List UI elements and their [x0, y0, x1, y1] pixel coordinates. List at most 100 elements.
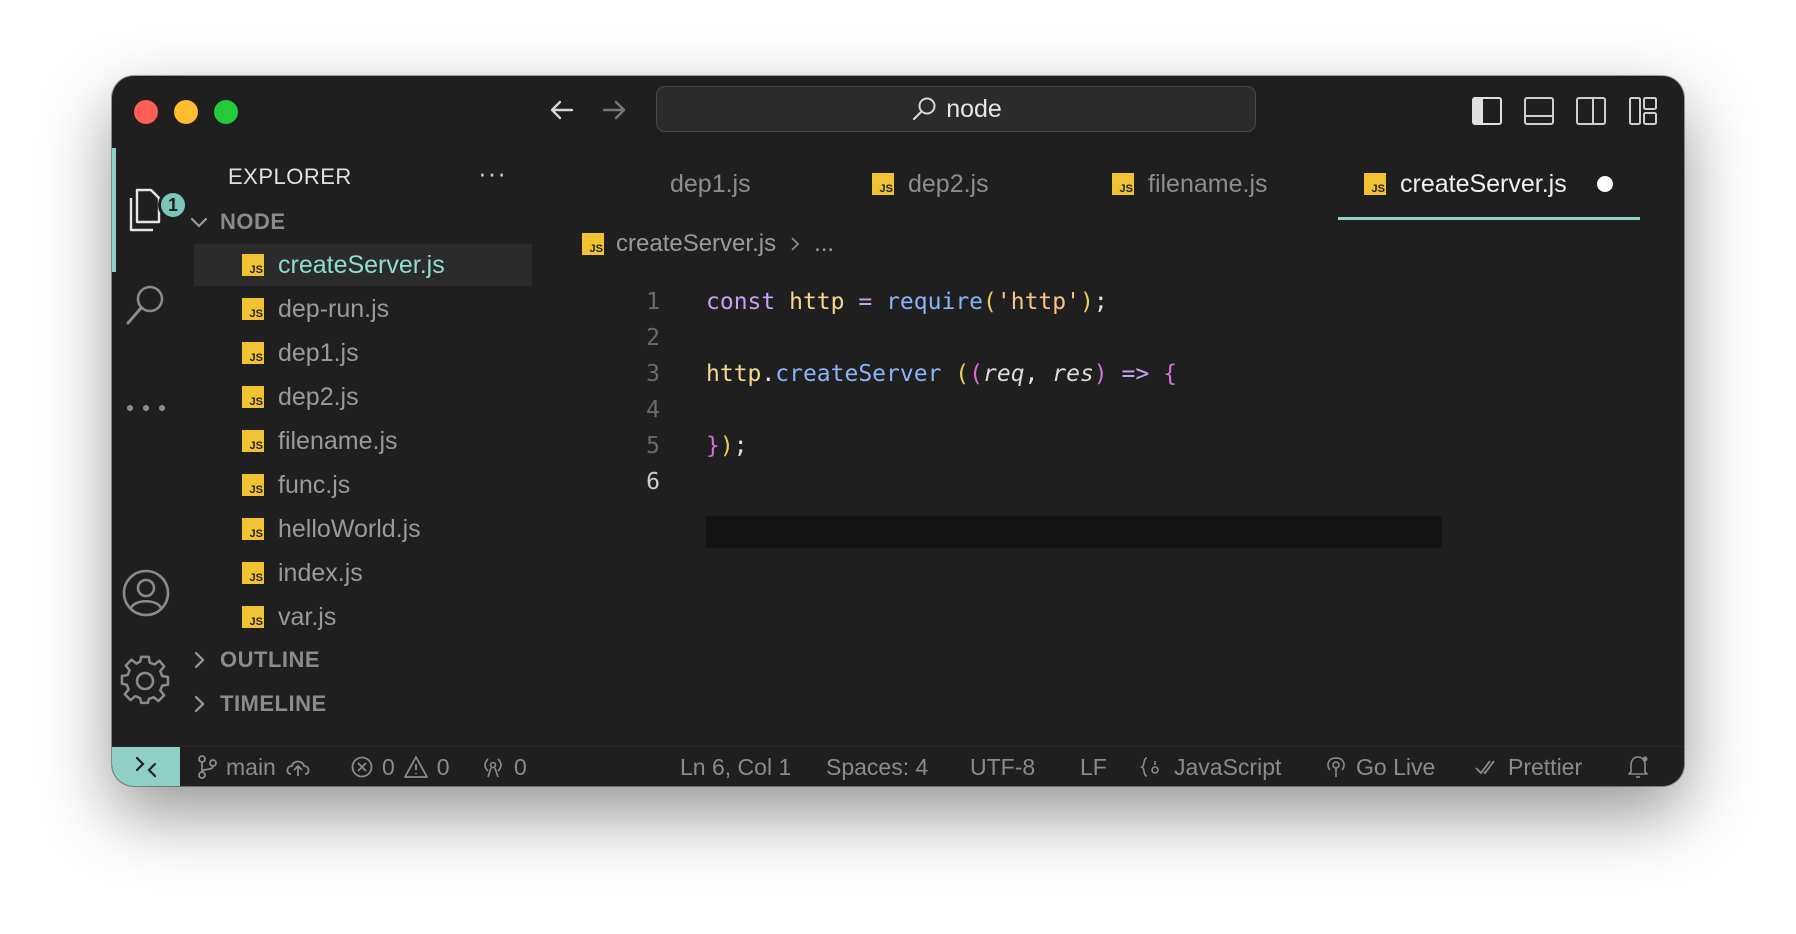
js-file-icon: [242, 518, 264, 540]
line-number: 4: [646, 397, 660, 423]
indentation-status[interactable]: Spaces: 4: [826, 747, 928, 786]
broadcast-icon: [484, 758, 502, 778]
js-file-icon: [242, 254, 264, 276]
warning-icon: [403, 756, 428, 778]
code-line: 2: [550, 320, 1450, 356]
code-line: 3 http.createServer ((req, res) => {: [550, 356, 1450, 392]
js-file-icon: [242, 298, 264, 320]
activity-more[interactable]: [112, 373, 180, 443]
js-file-icon: [242, 430, 264, 452]
cloud-upload-icon: [286, 760, 310, 776]
prettier-label: Prettier: [1508, 753, 1583, 780]
activity-explorer[interactable]: 1: [112, 148, 188, 272]
tab-filename[interactable]: filename.js: [1112, 148, 1268, 220]
js-file-icon: [242, 342, 264, 364]
cursor-position[interactable]: Ln 6, Col 1: [680, 747, 791, 786]
chevron-right-icon: [194, 695, 205, 713]
code-editor[interactable]: 1 const http = require('http'); 2 3 http…: [550, 262, 1684, 746]
tab-dep2[interactable]: dep2.js: [872, 148, 989, 220]
line-number: 6: [646, 469, 660, 495]
explorer-title: EXPLORER: [228, 164, 352, 189]
file-item-filename[interactable]: filename.js: [194, 420, 532, 462]
tab-label: createServer.js: [1400, 169, 1567, 198]
minimize-window-button[interactable]: [174, 100, 198, 124]
file-item-index[interactable]: index.js: [194, 552, 532, 594]
folder-node-header[interactable]: NODE: [188, 204, 286, 240]
file-label: createServer.js: [278, 250, 445, 279]
file-item-helloWorld[interactable]: helloWorld.js: [194, 508, 532, 550]
active-indicator: [112, 148, 116, 272]
ports-status[interactable]: 0: [480, 747, 527, 786]
branch-name: main: [226, 753, 276, 780]
activity-settings[interactable]: [112, 646, 180, 716]
timeline-section-header[interactable]: TIMELINE: [188, 686, 327, 722]
folder-name: NODE: [220, 209, 286, 234]
remote-indicator[interactable]: [112, 747, 180, 786]
golive-status[interactable]: Go Live: [1324, 747, 1435, 786]
remote-icon: [135, 756, 157, 778]
breadcrumb-file[interactable]: createServer.js: [616, 230, 776, 258]
gear-icon: [120, 655, 170, 705]
tab-dep1[interactable]: dep1.js: [670, 148, 751, 220]
line-number: 1: [646, 289, 660, 315]
language-status[interactable]: JavaScript: [1140, 747, 1281, 786]
code-line: 1 const http = require('http');: [550, 284, 1450, 320]
toggle-secondary-sidebar-icon[interactable]: [1574, 94, 1608, 128]
vscode-window: node 1 EXPLORER ··· NODE JS createServer…: [112, 76, 1684, 786]
ports-count: 0: [514, 753, 527, 780]
branch-status[interactable]: main: [196, 747, 312, 786]
file-label: filename.js: [278, 426, 398, 455]
active-tab-underline: [1338, 217, 1640, 220]
file-label: index.js: [278, 558, 363, 587]
tab-createServer[interactable]: createServer.js: [1338, 148, 1640, 220]
status-bar: main 0 0 0 Ln 6, Col 1 Spaces: 4 UTF-8 L…: [112, 746, 1684, 786]
outline-section-header[interactable]: OUTLINE: [188, 642, 320, 678]
file-label: dep-run.js: [278, 294, 390, 323]
warning-count: 0: [436, 753, 450, 780]
customize-layout-icon[interactable]: [1626, 94, 1660, 128]
file-label: helloWorld.js: [278, 514, 421, 543]
chevron-right-icon: [791, 237, 800, 251]
forward-arrow-icon[interactable]: [596, 92, 632, 128]
explorer-more-button[interactable]: ···: [478, 158, 507, 189]
code-line: 4: [550, 392, 1450, 428]
toggle-primary-sidebar-icon[interactable]: [1470, 94, 1504, 128]
activity-accounts[interactable]: [112, 558, 180, 628]
breadcrumb-symbol[interactable]: ...: [814, 230, 834, 258]
js-file-icon: [1364, 173, 1386, 195]
prettier-status[interactable]: Prettier: [1474, 747, 1582, 786]
command-center-search[interactable]: node: [656, 86, 1256, 132]
line-number: 3: [646, 361, 660, 387]
file-item-dep1[interactable]: dep1.js: [194, 332, 532, 374]
account-icon: [122, 569, 170, 617]
file-item-createServer[interactable]: createServer.js: [194, 244, 532, 286]
back-arrow-icon[interactable]: [544, 92, 580, 128]
js-file-icon: [242, 606, 264, 628]
unsaved-dot-icon[interactable]: [1596, 176, 1613, 192]
current-line-highlight: [706, 516, 1442, 548]
ellipsis-icon: [127, 405, 165, 411]
file-label: func.js: [278, 470, 351, 499]
activity-search[interactable]: [112, 270, 180, 340]
encoding-status[interactable]: UTF-8: [970, 747, 1035, 786]
eol-status[interactable]: LF: [1080, 747, 1107, 786]
toggle-panel-icon[interactable]: [1522, 94, 1556, 128]
zoom-window-button[interactable]: [214, 100, 238, 124]
close-window-button[interactable]: [134, 100, 158, 124]
file-label: dep2.js: [278, 382, 359, 411]
file-item-dep2[interactable]: dep2.js: [194, 376, 532, 418]
notifications-status[interactable]: [1626, 747, 1650, 786]
tab-label: dep1.js: [670, 169, 751, 198]
search-icon: [913, 97, 936, 121]
code-line: 6: [550, 464, 1450, 500]
file-label: dep1.js: [278, 338, 359, 367]
problems-status[interactable]: 0 0: [350, 747, 450, 786]
broadcast-icon: [1327, 757, 1345, 777]
tab-label: filename.js: [1148, 169, 1268, 198]
tab-label: dep2.js: [908, 169, 989, 198]
file-item-func[interactable]: func.js: [194, 464, 532, 506]
file-item-dep-run[interactable]: dep-run.js: [194, 288, 532, 330]
js-file-icon: [242, 474, 264, 496]
file-item-var[interactable]: var.js: [194, 596, 532, 638]
js-file-icon: [582, 233, 604, 255]
